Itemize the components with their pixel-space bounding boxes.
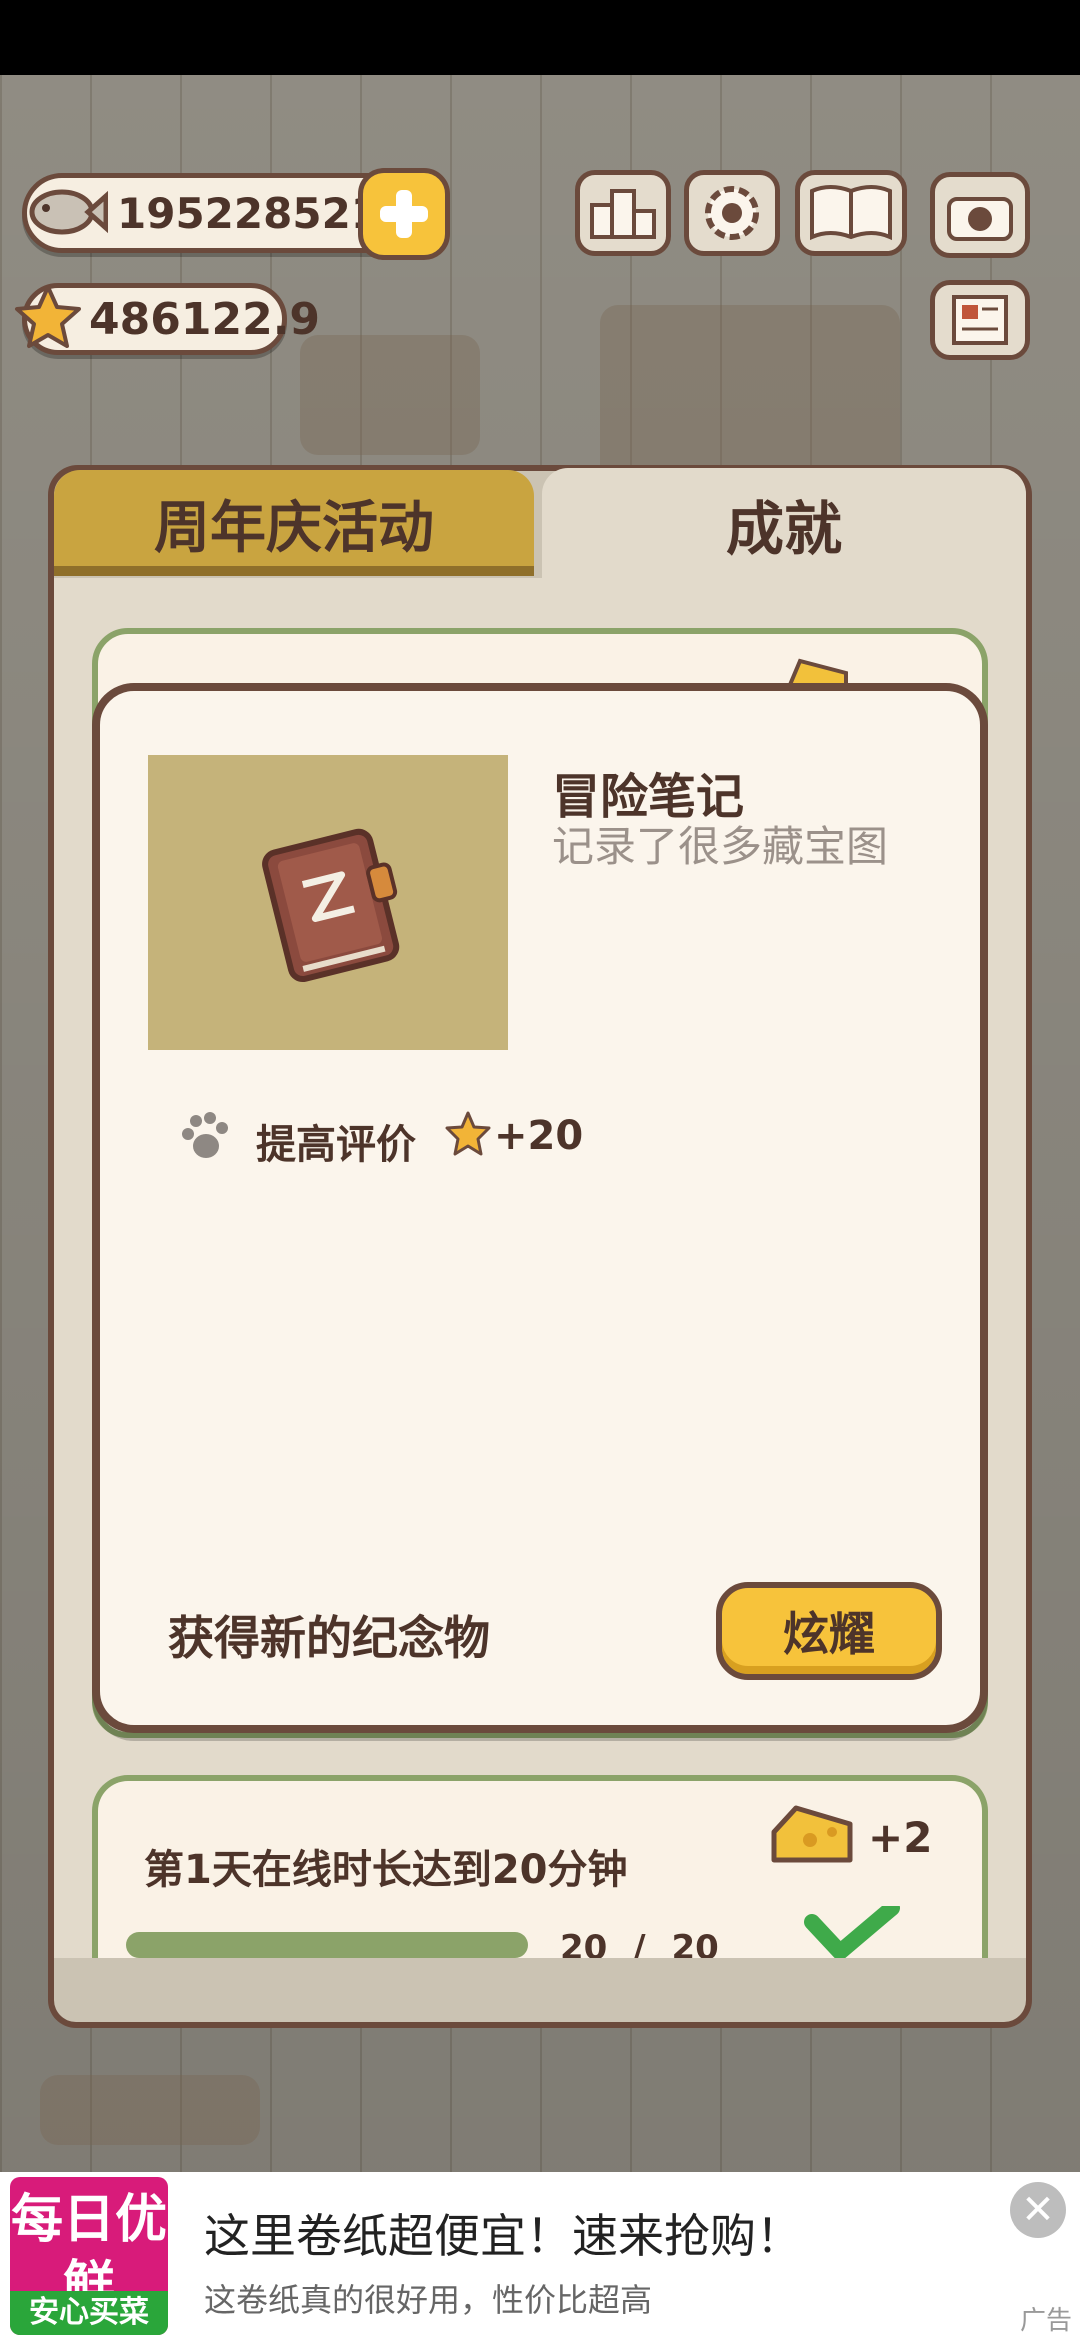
camera-button[interactable]	[930, 172, 1030, 258]
panel-bottom-edge	[48, 1958, 1032, 2028]
newspaper-icon	[952, 295, 1008, 345]
newspaper-button[interactable]	[930, 280, 1030, 360]
checkmark-icon	[804, 1900, 900, 1962]
scene-table	[40, 2075, 260, 2145]
new-memento-text: 获得新的纪念物	[168, 1611, 490, 1665]
scene-barrel	[300, 335, 480, 455]
task-reward-amount: +2	[868, 1813, 933, 1862]
star-icon	[444, 1110, 492, 1158]
tab-achievements[interactable]: 成就	[542, 468, 1026, 580]
task-progress-bar	[126, 1932, 528, 1958]
adventure-notebook-icon	[262, 828, 400, 983]
ad-subtitle[interactable]: 这卷纸真的很好用，性价比超高	[204, 2275, 652, 2321]
plus-icon	[380, 190, 428, 238]
cheese-icon	[770, 1802, 856, 1868]
ranking-button[interactable]	[575, 170, 671, 256]
ad-title[interactable]: 这里卷纸超便宜！速来抢购！	[204, 2200, 802, 2266]
rating-bonus-label: 提高评价	[256, 1122, 416, 1168]
ad-logo-band: 安心买菜	[10, 2291, 168, 2335]
camera-icon	[947, 197, 1013, 241]
task-description: 第1天在线时长达到20分钟	[144, 1847, 628, 1893]
star-icon	[14, 284, 82, 350]
podium-icon	[590, 189, 656, 239]
ad-close-button[interactable]: ✕	[1010, 2182, 1066, 2238]
tab-anniversary-event[interactable]: 周年庆活动	[54, 470, 534, 576]
gear-icon	[705, 186, 759, 240]
star-amount: 486122.9	[89, 293, 321, 345]
ad-logo[interactable]: 每日优鲜 安心买菜	[10, 2177, 168, 2335]
fish-icon	[18, 172, 109, 252]
close-icon: ✕	[1021, 2187, 1055, 2233]
paw-icon	[176, 1108, 232, 1164]
item-image	[148, 755, 508, 1050]
item-description: 记录了很多藏宝图	[552, 822, 889, 871]
collection-book-button[interactable]	[795, 170, 907, 256]
show-off-button[interactable]: 炫耀	[716, 1582, 942, 1680]
add-fish-button[interactable]	[358, 168, 450, 260]
ad-label: 广告	[1020, 2306, 1073, 2336]
settings-button[interactable]	[684, 170, 780, 256]
status-bar	[0, 0, 1080, 75]
rating-bonus-value: +20	[494, 1113, 584, 1159]
book-icon	[810, 185, 892, 241]
